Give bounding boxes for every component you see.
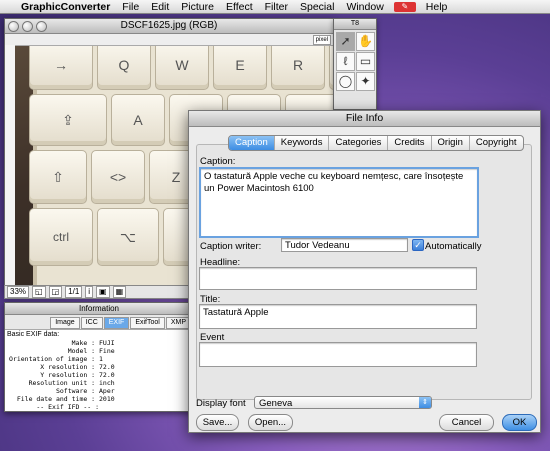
tab-origin[interactable]: Origin: [432, 136, 470, 150]
magic-wand-icon[interactable]: ✦: [356, 72, 375, 91]
minimize-window-icon[interactable]: [22, 21, 33, 32]
tab-credits[interactable]: Credits: [388, 136, 432, 150]
file-info-dialog: File Info Caption: O tastatură Apple vec…: [188, 110, 541, 433]
tool-palette-titlebar[interactable]: T8: [334, 19, 376, 30]
rectangle-select-icon[interactable]: ▭: [356, 52, 375, 71]
information-tabs: Image ICC EXIF ExifTool XMP: [5, 315, 193, 330]
exif-list: Make : FUJI Model : Fine Orientation of i…: [5, 339, 193, 412]
info-tab-icc[interactable]: ICC: [80, 317, 103, 329]
caption-writer-label: Caption writer:: [200, 241, 262, 252]
menu-picture[interactable]: Picture: [175, 1, 220, 13]
key-less-than: <: [109, 169, 118, 185]
menu-window[interactable]: Window: [340, 1, 389, 13]
display-font-select[interactable]: Geneva ⇕: [254, 396, 432, 409]
menu-file[interactable]: File: [116, 1, 145, 13]
exif-row: File date and time : 2010: [9, 395, 115, 403]
exif-row: Resolution unit : inch: [9, 379, 115, 387]
caption-textarea[interactable]: O tastatură Apple veche cu keyboard nemț…: [199, 167, 479, 238]
caption-label: Caption:: [200, 156, 236, 167]
automatically-checkbox[interactable]: ✓: [412, 239, 424, 251]
palette-icon[interactable]: ▦: [112, 286, 127, 298]
menu-bar: GraphicConverter File Edit Picture Effec…: [0, 0, 550, 14]
exif-row: Orientation of image : 1: [9, 355, 103, 363]
tool-palette-title: T8: [350, 20, 360, 27]
key-e: E: [213, 46, 267, 90]
arrow-tool-icon[interactable]: ➚: [336, 32, 355, 51]
information-window-title: Information: [78, 304, 120, 313]
color-mode-icon[interactable]: ▣: [96, 286, 110, 298]
tab-keywords[interactable]: Keywords: [275, 136, 330, 150]
display-font-label: Display font: [196, 398, 246, 409]
file-info-titlebar[interactable]: File Info: [189, 111, 540, 127]
info-tab-exiftool[interactable]: ExifTool: [130, 317, 165, 329]
key-option: ⌥: [97, 208, 159, 266]
cancel-button[interactable]: Cancel: [439, 414, 494, 431]
headline-field[interactable]: [199, 267, 477, 290]
information-window: Information Image ICC EXIF ExifTool XMP …: [4, 302, 194, 412]
key-q: Q: [97, 46, 151, 90]
menu-special[interactable]: Special: [294, 1, 340, 13]
automatically-label[interactable]: Automatically: [425, 241, 482, 252]
image-ruler-bar: pixel: [5, 34, 333, 46]
exif-row: Software : Aper: [9, 387, 115, 395]
exif-heading: Basic EXIF data:: [7, 331, 60, 338]
key-greater-than: >: [118, 169, 127, 185]
save-button[interactable]: Save...: [196, 414, 239, 431]
exif-row: -- Exif IFD -- :: [9, 403, 100, 411]
key-r: R: [271, 46, 325, 90]
image-window-titlebar[interactable]: DSCF1625.jpg (RGB): [5, 19, 333, 34]
key-w: W: [155, 46, 209, 90]
select-arrows-icon: ⇕: [419, 397, 431, 408]
caption-panel: Caption: O tastatură Apple veche cu keyb…: [196, 144, 532, 400]
script-menu-icon[interactable]: ✎: [393, 1, 416, 12]
tab-categories[interactable]: Categories: [329, 136, 389, 150]
exif-row: Y resolution : 72.0: [9, 371, 115, 379]
info-tab-image[interactable]: Image: [50, 317, 80, 329]
menu-app-graphicconverter[interactable]: GraphicConverter: [15, 1, 116, 13]
exif-row: Exposure time : 1/17: [9, 411, 193, 412]
units-select[interactable]: pixel: [312, 35, 331, 45]
key-a: A: [111, 94, 165, 146]
file-info-title: File Info: [345, 112, 384, 124]
tab-caption[interactable]: Caption: [229, 136, 275, 150]
file-info-tabs: Caption Keywords Categories Credits Orig…: [228, 135, 524, 151]
zoom-out-icon[interactable]: ◱: [32, 286, 46, 298]
title-field[interactable]: Tastatură Apple: [199, 304, 477, 329]
key-tab: →: [29, 46, 93, 90]
event-field[interactable]: [199, 342, 477, 367]
open-button[interactable]: Open...: [248, 414, 293, 431]
menu-edit[interactable]: Edit: [145, 1, 175, 13]
exif-row: X resolution : 72.0: [9, 363, 115, 371]
zoom-select[interactable]: 33%: [7, 286, 30, 298]
key-caps-lock: ⇪: [29, 94, 107, 146]
key-ctrl: ctrl: [29, 208, 93, 266]
close-window-icon[interactable]: [8, 21, 19, 32]
exif-row: Model : Fine: [9, 347, 115, 355]
lasso-tool-icon[interactable]: ℓ: [336, 52, 355, 71]
menu-effect[interactable]: Effect: [220, 1, 259, 13]
menu-filter[interactable]: Filter: [259, 1, 294, 13]
information-window-titlebar[interactable]: Information: [5, 303, 193, 315]
zoom-fit-icon[interactable]: ◲: [48, 286, 63, 298]
info-tab-exif[interactable]: EXIF: [103, 317, 130, 329]
key-angle-brackets: < >: [91, 150, 145, 204]
info-toggle-icon[interactable]: i: [85, 286, 94, 298]
caption-writer-field[interactable]: Tudor Vedeanu: [281, 238, 408, 252]
zoom-window-icon[interactable]: [36, 21, 47, 32]
ok-button[interactable]: OK: [502, 414, 537, 431]
menu-help[interactable]: Help: [420, 1, 454, 13]
tool-palette: T8 ➚ ✋ ℓ ▭ ◯ ✦: [333, 18, 377, 110]
hand-tool-icon[interactable]: ✋: [356, 32, 375, 51]
ellipse-select-icon[interactable]: ◯: [336, 72, 355, 91]
image-window-title: DSCF1625.jpg (RGB): [120, 20, 218, 31]
display-font-value: Geneva: [259, 398, 293, 409]
key-shift: ⇧: [29, 150, 87, 204]
tab-copyright[interactable]: Copyright: [470, 136, 523, 150]
vertical-ruler: [5, 45, 15, 291]
exif-row: Make : FUJI: [9, 339, 115, 347]
page-select[interactable]: 1/1: [65, 286, 83, 298]
